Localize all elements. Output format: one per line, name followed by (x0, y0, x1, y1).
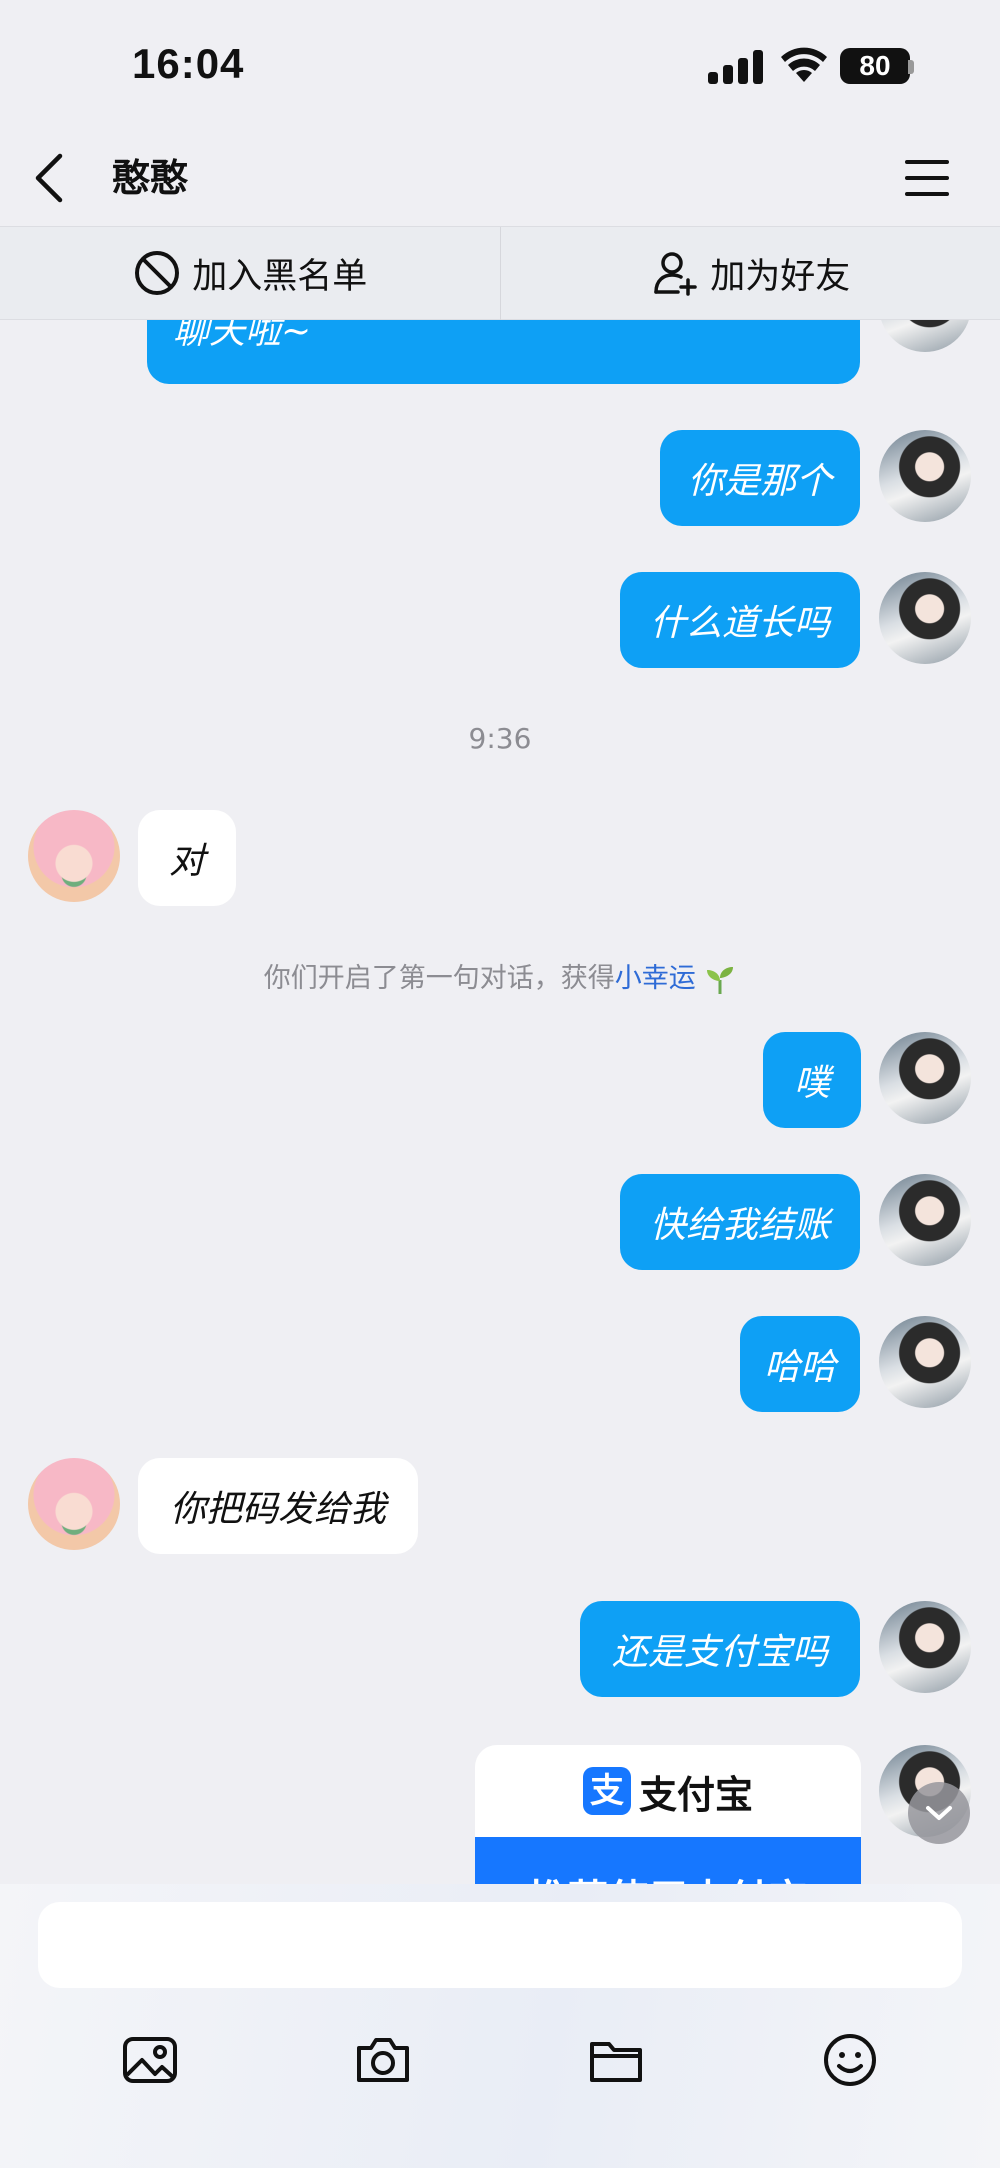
cellular-signal-icon (708, 50, 764, 84)
back-icon[interactable] (30, 152, 70, 204)
add-friend-button[interactable]: 加为好友 (501, 227, 1000, 319)
blacklist-label: 加入黑名单 (192, 256, 368, 297)
chat-messages[interactable]: 聊天啦~ 你是那个 什么道长吗 9:36 对 你们开启了第一句对话，获得小幸运 … (0, 320, 1000, 1884)
message-text: 什么道长吗 (649, 603, 830, 644)
alipay-brand: 支付宝 (638, 1772, 753, 1817)
message-bubble-sent[interactable]: 哈哈 (740, 1316, 860, 1412)
avatar[interactable] (879, 1032, 971, 1124)
alipay-card[interactable]: 支 支付宝 推荐使用支付宝 (475, 1745, 861, 1884)
block-icon (135, 251, 180, 295)
message-text: 你把码发给我 (169, 1489, 386, 1530)
avatar[interactable] (28, 1458, 120, 1550)
nav-bar: 憨憨 (0, 130, 1000, 226)
status-time: 16:04 (132, 40, 245, 87)
folder-icon[interactable] (586, 2030, 646, 2090)
avatar[interactable] (879, 430, 971, 522)
avatar[interactable] (28, 810, 120, 902)
message-text: 哈哈 (764, 1347, 837, 1388)
avatar[interactable] (879, 572, 971, 664)
add-user-icon (654, 252, 697, 296)
action-bar: 加入黑名单 加为好友 (0, 226, 1000, 321)
timestamp: 9:36 (468, 722, 532, 755)
message-bubble-sent[interactable]: 聊天啦~ (147, 320, 860, 384)
wifi-icon (781, 47, 827, 82)
message-bubble-sent[interactable]: 什么道长吗 (620, 572, 860, 668)
emoji-icon[interactable] (820, 2030, 880, 2090)
message-bubble-sent[interactable]: 还是支付宝吗 (580, 1601, 860, 1697)
message-text: 噗 (793, 1063, 830, 1104)
avatar[interactable] (879, 1174, 971, 1266)
camera-icon[interactable] (353, 2030, 413, 2090)
alipay-card-header: 支 支付宝 (475, 1745, 861, 1837)
alipay-logo-icon: 支 (582, 1767, 631, 1815)
avatar[interactable] (879, 1601, 971, 1693)
system-note-text: 你们开启了第一句对话，获得 (263, 963, 615, 994)
blacklist-button[interactable]: 加入黑名单 (0, 227, 500, 319)
message-text: 对 (168, 841, 205, 882)
message-text: 聊天啦~ (173, 320, 312, 352)
system-note: 你们开启了第一句对话，获得小幸运 (0, 956, 1000, 996)
avatar[interactable] (879, 1316, 971, 1408)
menu-icon[interactable] (904, 156, 950, 200)
message-text: 还是支付宝吗 (611, 1632, 828, 1673)
battery-cap (908, 60, 914, 74)
page-title: 憨憨 (112, 156, 189, 200)
lucky-link[interactable]: 小幸运 (615, 963, 696, 994)
message-input[interactable] (38, 1902, 962, 1988)
add-friend-label: 加为好友 (710, 256, 851, 297)
sprout-icon (707, 966, 734, 994)
message-bubble-sent[interactable]: 噗 (763, 1032, 861, 1128)
message-text: 你是那个 (687, 461, 832, 502)
message-bubble-sent[interactable]: 你是那个 (660, 430, 860, 526)
message-bubble-received[interactable]: 对 (138, 810, 236, 906)
status-bar: 16:04 80 (0, 0, 1000, 130)
message-bubble-sent[interactable]: 快给我结账 (620, 1174, 860, 1270)
alipay-banner: 推荐使用支付宝 (475, 1837, 861, 1884)
message-text: 快给我结账 (649, 1205, 830, 1246)
avatar[interactable] (879, 320, 971, 352)
composer (0, 1884, 1000, 2168)
image-icon[interactable] (120, 2030, 180, 2090)
battery-indicator: 80 (840, 48, 910, 84)
chevron-down-icon (926, 1806, 952, 1820)
message-bubble-received[interactable]: 你把码发给我 (138, 1458, 418, 1554)
scroll-to-bottom-button[interactable] (908, 1782, 970, 1844)
